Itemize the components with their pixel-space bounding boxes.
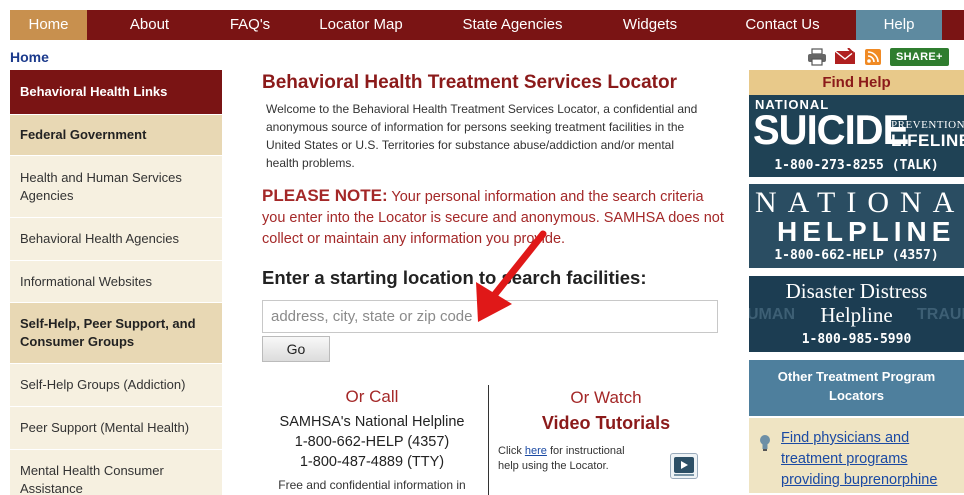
nav-about[interactable]: About (87, 10, 212, 40)
helpline-tty: 1-800-487-4889 (TTY) (299, 454, 445, 470)
sidebar-item-peer-support[interactable]: Peer Support (Mental Health) (10, 407, 222, 450)
sidebar: Behavioral Health Links Federal Governme… (10, 70, 222, 495)
page-tools: SHARE+ (806, 47, 949, 67)
disaster-line1: Disaster Distress (785, 279, 928, 303)
video-tutorials-heading: Video Tutorials (541, 413, 671, 433)
sidebar-item-hhs-agencies[interactable]: Health and Human Services Agencies (10, 156, 222, 218)
intro-text: Welcome to the Behavioral Health Treatme… (266, 102, 698, 170)
suicide-prevention-lifeline-banner[interactable]: NATIONAL SUICIDE PREVENTION LIFELINE 1-8… (749, 95, 964, 177)
print-icon[interactable] (806, 47, 828, 67)
suicide-phone: 1-800-273-8255 (TALK) (774, 158, 939, 173)
tutorial-here-link[interactable]: here (525, 445, 547, 457)
sidebar-item-self-help-groups[interactable]: Self-Help Groups (Addiction) (10, 364, 222, 407)
other-treatment-locators-heading: Other Treatment Program Locators (749, 360, 964, 416)
top-navigation: Home About FAQ's Locator Map State Agenc… (10, 10, 964, 40)
disaster-distress-helpline-banner[interactable]: UMAN TRAUM Disaster Distress Helpline 1-… (749, 276, 964, 352)
page: Home About FAQ's Locator Map State Agenc… (0, 0, 964, 495)
call-title: Or Call (345, 387, 399, 406)
right-column: Find Help NATIONAL SUICIDE PREVENTION LI… (749, 70, 964, 493)
page-title: Behavioral Health Treatment Services Loc… (262, 72, 677, 93)
sidebar-item-mental-health-consumer-assistance[interactable]: Mental Health Consumer Assistance (10, 450, 222, 495)
helpline-banner-phone: 1-800-662-HELP (4357) (774, 248, 939, 263)
rss-icon[interactable] (862, 47, 884, 67)
sidebar-item-behavioral-health-links[interactable]: Behavioral Health Links (10, 70, 222, 115)
lightbulb-icon (759, 434, 771, 457)
disaster-phone: 1-800-985-5990 (801, 332, 912, 347)
watch-title: Or Watch (570, 388, 642, 407)
watch-section: Or Watch Video Tutorials Click here for … (498, 388, 714, 479)
national-helpline-banner[interactable]: NATIONAL HELPLINE 1-800-662-HELP (4357) (749, 184, 964, 268)
sidebar-item-informational-websites[interactable]: Informational Websites (10, 261, 222, 303)
note-label: PLEASE NOTE: (262, 186, 388, 205)
video-play-icon[interactable] (670, 453, 698, 479)
call-section: Or Call SAMHSA's National Helpline 1-800… (262, 387, 482, 492)
suicide-label: SUICIDE (753, 107, 909, 154)
nav-widgets[interactable]: Widgets (591, 10, 709, 40)
nav-faqs[interactable]: FAQ's (212, 10, 288, 40)
nav-contact-us[interactable]: Contact Us (709, 10, 856, 40)
sidebar-item-behavioral-health-agencies[interactable]: Behavioral Health Agencies (10, 218, 222, 261)
prevention-label: PREVENTION (891, 119, 964, 131)
go-button[interactable]: Go (262, 336, 330, 362)
find-help-heading: Find Help (749, 70, 964, 95)
helpline-description: Free and confidential information in (278, 478, 466, 492)
disaster-line2: Helpline (820, 303, 893, 327)
nav-locator-map[interactable]: Locator Map (288, 10, 434, 40)
helpline-national-label: NATIONAL (755, 186, 964, 219)
nav-state-agencies[interactable]: State Agencies (434, 10, 591, 40)
helpline-label: HELPLINE (777, 216, 956, 247)
tutorial-description: Click here for instructional help using … (498, 444, 648, 474)
breadcrumb[interactable]: Home (10, 49, 49, 65)
share-button[interactable]: SHARE+ (890, 48, 949, 66)
red-arrow-annotation (476, 230, 547, 322)
lifeline-label: LIFELINE (891, 131, 964, 150)
nav-help[interactable]: Help (856, 10, 942, 40)
section-divider (488, 385, 489, 495)
email-icon[interactable] (834, 47, 856, 67)
helpline-phone: 1-800-662-HELP (4357) (294, 434, 450, 450)
sidebar-item-self-help-peer-support[interactable]: Self-Help, Peer Support, and Consumer Gr… (10, 303, 222, 364)
sidebar-item-federal-government[interactable]: Federal Government (10, 115, 222, 156)
buprenorphine-link[interactable]: Find physicians and treatment programs p… (781, 428, 964, 491)
buprenorphine-section: Find physicians and treatment programs p… (749, 418, 964, 493)
tutorial-text-before: Click (498, 445, 525, 457)
nav-home[interactable]: Home (10, 10, 87, 40)
helpline-name: SAMHSA's National Helpline (279, 414, 465, 430)
